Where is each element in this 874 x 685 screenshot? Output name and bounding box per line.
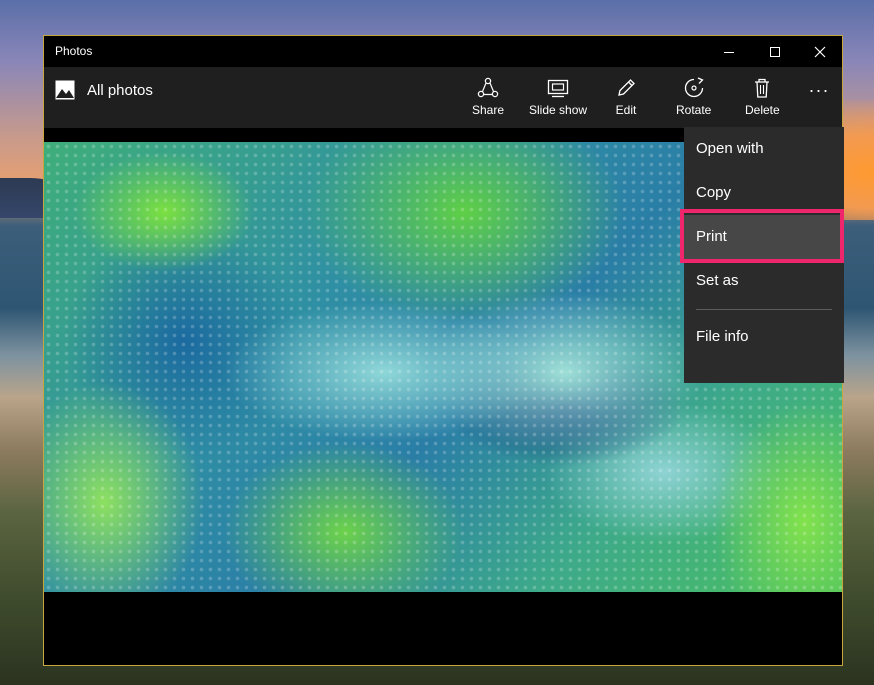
photo-icon — [55, 80, 75, 100]
rotate-label: Rotate — [676, 103, 712, 117]
share-label: Share — [472, 103, 505, 117]
menu-item-open-with[interactable]: Open with — [684, 127, 844, 171]
trash-icon — [755, 78, 770, 98]
rotate-icon — [684, 77, 704, 98]
all-photos-button[interactable]: All photos — [55, 80, 153, 100]
share-button[interactable]: Share — [472, 77, 504, 125]
menu-item-set-as[interactable]: Set as — [684, 259, 844, 303]
menu-item-file-info[interactable]: File info — [684, 315, 844, 359]
slideshow-icon — [547, 79, 569, 98]
close-icon — [814, 46, 826, 57]
toolbar: All photos Share Slide show Edit Rotate … — [44, 67, 842, 128]
title-bar: Photos — [44, 36, 842, 67]
rotate-button[interactable]: Rotate — [676, 77, 711, 125]
delete-label: Delete — [745, 103, 780, 117]
more-options-button[interactable]: ··· — [804, 80, 834, 103]
minimize-button[interactable] — [706, 36, 752, 67]
more-ellipsis-icon: ··· — [808, 80, 830, 100]
maximize-button[interactable] — [752, 36, 798, 67]
menu-divider — [696, 309, 832, 310]
print-highlight-box — [680, 209, 844, 263]
edit-button[interactable]: Edit — [615, 77, 637, 125]
delete-button[interactable]: Delete — [745, 77, 780, 125]
slideshow-button[interactable]: Slide show — [529, 77, 587, 125]
minimize-icon — [724, 51, 734, 53]
edit-label: Edit — [615, 103, 637, 117]
maximize-icon — [770, 46, 780, 57]
pencil-icon — [618, 79, 635, 96]
close-button[interactable] — [797, 36, 843, 67]
slideshow-label: Slide show — [529, 103, 588, 117]
all-photos-label: All photos — [87, 81, 153, 99]
share-icon — [477, 77, 499, 98]
window-title: Photos — [55, 44, 93, 58]
